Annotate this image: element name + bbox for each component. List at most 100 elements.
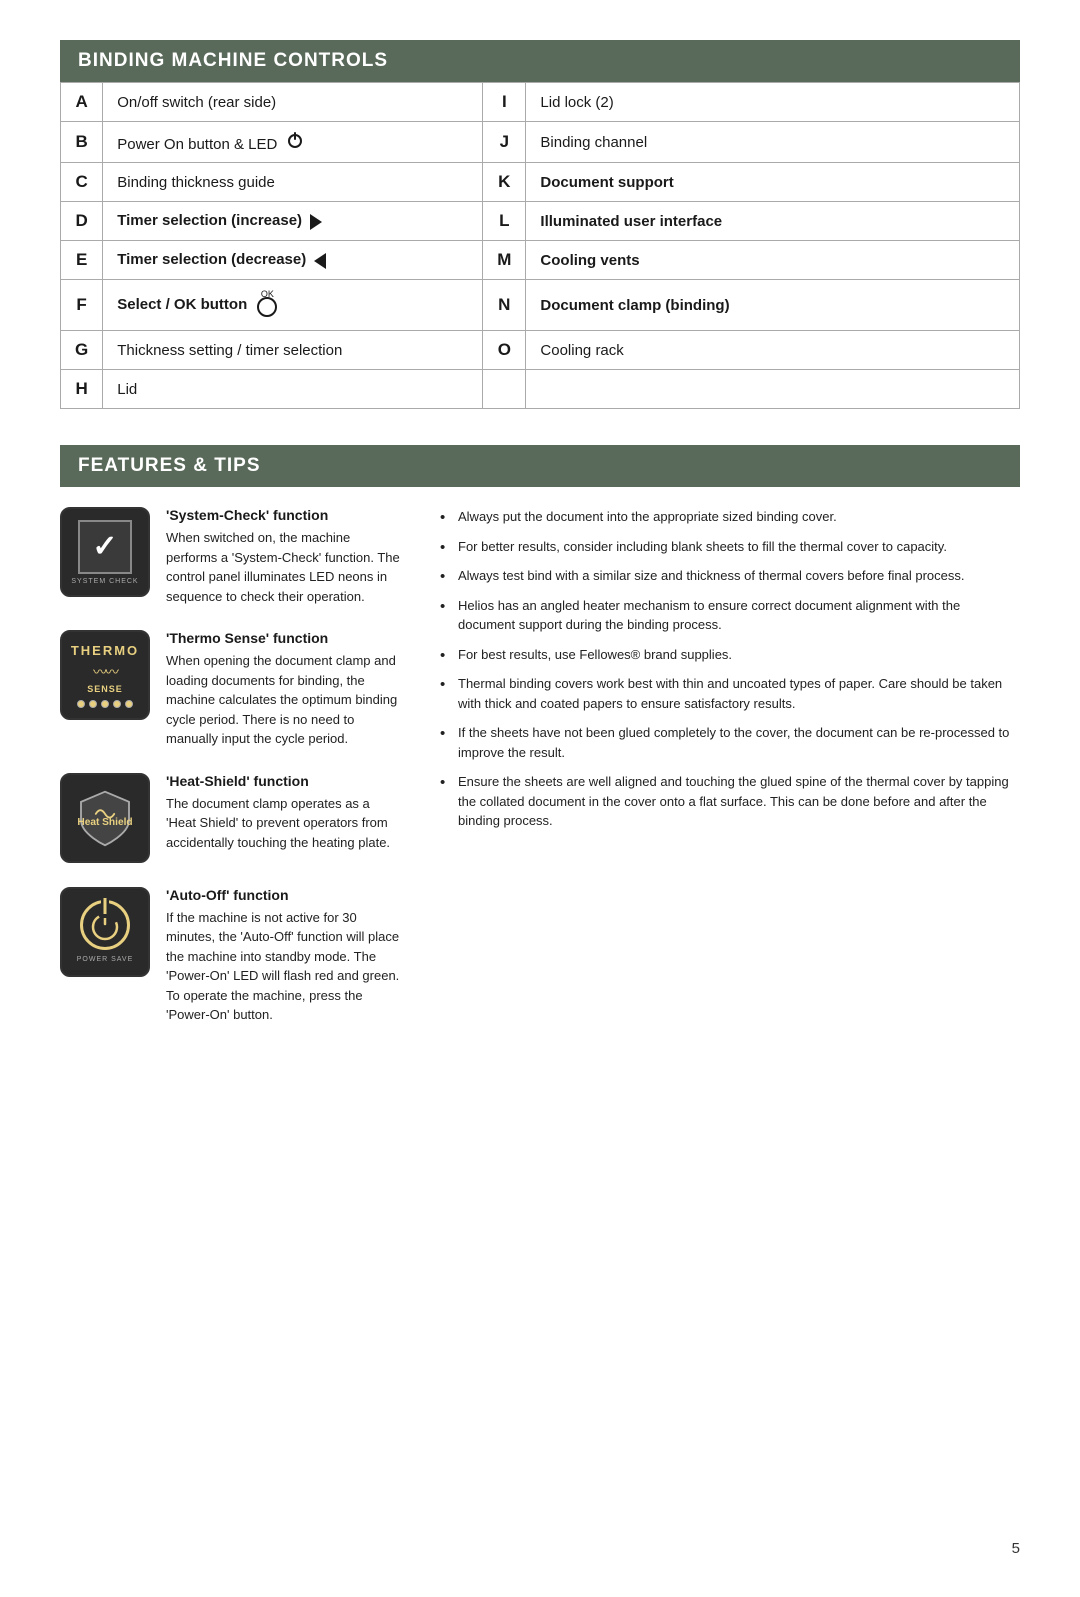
desc-h: Lid: [103, 370, 483, 409]
letter-a: A: [61, 83, 103, 122]
letter-b: B: [61, 122, 103, 163]
desc-k: Document support: [526, 163, 1020, 202]
table-row: B Power On button & LED J Binding channe…: [61, 122, 1020, 163]
letter-d: D: [61, 202, 103, 241]
desc-m: Cooling vents: [526, 241, 1020, 280]
desc-f: Select / OK button OK: [103, 280, 483, 331]
heat-shield-text: 'Heat-Shield' function The document clam…: [166, 773, 400, 853]
tip-8: Ensure the sheets are well aligned and t…: [440, 772, 1020, 831]
desc-j: Binding channel: [526, 122, 1020, 163]
heat-shield-title: 'Heat-Shield' function: [166, 773, 400, 789]
letter-n: N: [483, 280, 526, 331]
system-check-desc: When switched on, the machine performs a…: [166, 528, 400, 606]
letter-c: C: [61, 163, 103, 202]
thermo-dot-2: [89, 700, 97, 708]
tip-4: Helios has an angled heater mechanism to…: [440, 596, 1020, 635]
power-save-icon-box: POWER SAVE: [60, 887, 150, 977]
tips-list: Always put the document into the appropr…: [440, 507, 1020, 831]
binding-controls-title: BINDING MACHINE CONTROLS: [60, 40, 1020, 82]
table-row: C Binding thickness guide K Document sup…: [61, 163, 1020, 202]
features-title: FEATURES & TIPS: [60, 445, 1020, 487]
auto-off-desc: If the machine is not active for 30 minu…: [166, 908, 400, 1025]
tip-1: Always put the document into the appropr…: [440, 507, 1020, 527]
feature-thermo-sense: THERMO 〰〰 SENSE 'Thermo Sense' funct: [60, 630, 400, 749]
desc-c: Binding thickness guide: [103, 163, 483, 202]
page-number: 5: [1012, 1540, 1020, 1557]
svg-text:Heat Shield: Heat Shield: [77, 816, 132, 827]
power-save-inner: POWER SAVE: [77, 900, 134, 963]
heat-shield-svg: Heat Shield: [75, 788, 135, 848]
table-row: H Lid: [61, 370, 1020, 409]
auto-off-title: 'Auto-Off' function: [166, 887, 400, 903]
letter-empty: [483, 370, 526, 409]
thermo-dot-1: [77, 700, 85, 708]
power-line-top: [103, 898, 106, 914]
table-row: G Thickness setting / timer selection O …: [61, 331, 1020, 370]
thermo-sense-icon-box: THERMO 〰〰 SENSE: [60, 630, 150, 720]
thermo-sense-title: 'Thermo Sense' function: [166, 630, 400, 646]
system-check-square: ✓: [78, 520, 132, 574]
desc-empty: [526, 370, 1020, 409]
letter-l: L: [483, 202, 526, 241]
feature-auto-off: POWER SAVE 'Auto-Off' function If the ma…: [60, 887, 400, 1025]
system-check-icon-box: ✓ SYSTEM CHECK: [60, 507, 150, 597]
desc-a: On/off switch (rear side): [103, 83, 483, 122]
table-row: A On/off switch (rear side) I Lid lock (…: [61, 83, 1020, 122]
features-right-column: Always put the document into the appropr…: [440, 507, 1020, 1049]
tip-7: If the sheets have not been glued comple…: [440, 723, 1020, 762]
desc-e: Timer selection (decrease): [103, 241, 483, 280]
checkmark-icon: ✓: [92, 532, 117, 562]
letter-f: F: [61, 280, 103, 331]
auto-off-text: 'Auto-Off' function If the machine is no…: [166, 887, 400, 1025]
binding-controls-section: BINDING MACHINE CONTROLS A On/off switch…: [60, 40, 1020, 409]
power-on-icon: [286, 131, 304, 153]
tip-3: Always test bind with a similar size and…: [440, 566, 1020, 586]
feature-system-check: ✓ SYSTEM CHECK 'System-Check' function W…: [60, 507, 400, 606]
letter-m: M: [483, 241, 526, 280]
letter-e: E: [61, 241, 103, 280]
letter-g: G: [61, 331, 103, 370]
thermo-dot-3: [101, 700, 109, 708]
thermo-sense-desc: When opening the document clamp and load…: [166, 651, 400, 749]
desc-d: Timer selection (increase): [103, 202, 483, 241]
letter-o: O: [483, 331, 526, 370]
desc-n: Document clamp (binding): [526, 280, 1020, 331]
thermo-sense-text: 'Thermo Sense' function When opening the…: [166, 630, 400, 749]
power-save-label: POWER SAVE: [77, 956, 134, 963]
power-save-circle-icon: [80, 900, 130, 950]
thermo-sense-inner: THERMO 〰〰 SENSE: [71, 643, 139, 708]
system-check-inner: ✓ SYSTEM CHECK: [71, 520, 138, 585]
desc-o: Cooling rack: [526, 331, 1020, 370]
system-check-text: 'System-Check' function When switched on…: [166, 507, 400, 606]
arrow-left-icon: [314, 253, 326, 269]
letter-k: K: [483, 163, 526, 202]
desc-l: Illuminated user interface: [526, 202, 1020, 241]
letter-i: I: [483, 83, 526, 122]
thermo-dot-4: [113, 700, 121, 708]
features-section: FEATURES & TIPS ✓ SYSTEM CHECK 'System-C…: [60, 445, 1020, 1049]
table-row: F Select / OK button OK N Document clamp…: [61, 280, 1020, 331]
letter-j: J: [483, 122, 526, 163]
thermo-dots: [77, 700, 133, 708]
features-left-column: ✓ SYSTEM CHECK 'System-Check' function W…: [60, 507, 400, 1049]
table-row: D Timer selection (increase) L Illuminat…: [61, 202, 1020, 241]
desc-g: Thickness setting / timer selection: [103, 331, 483, 370]
system-check-title: 'System-Check' function: [166, 507, 400, 523]
thermo-top-label: THERMO: [71, 643, 139, 658]
desc-b: Power On button & LED: [103, 122, 483, 163]
thermo-dot-5: [125, 700, 133, 708]
thermo-sense-label: SENSE: [87, 684, 123, 694]
desc-i: Lid lock (2): [526, 83, 1020, 122]
system-check-label: SYSTEM CHECK: [71, 578, 138, 585]
heat-shield-desc: The document clamp operates as a 'Heat S…: [166, 794, 400, 853]
arrow-right-icon: [310, 214, 322, 230]
tip-2: For better results, consider including b…: [440, 537, 1020, 557]
heat-shield-inner: Heat Shield: [75, 788, 135, 848]
tip-5: For best results, use Fellowes® brand su…: [440, 645, 1020, 665]
tip-6: Thermal binding covers work best with th…: [440, 674, 1020, 713]
ok-button-icon: OK: [257, 289, 277, 321]
table-row: E Timer selection (decrease) M Cooling v…: [61, 241, 1020, 280]
thermo-wavy-icon: 〰〰: [93, 662, 117, 682]
heat-shield-icon-box: Heat Shield: [60, 773, 150, 863]
controls-table: A On/off switch (rear side) I Lid lock (…: [60, 82, 1020, 409]
